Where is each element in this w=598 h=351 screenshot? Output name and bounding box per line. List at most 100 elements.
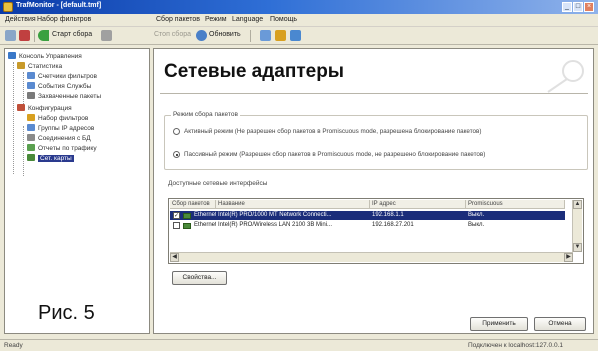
column-header-name[interactable]: Название xyxy=(216,200,370,209)
tree-item-label: Статистика xyxy=(28,63,63,70)
tree-item-label: Конфигурация xyxy=(28,105,72,112)
capture-checkbox[interactable]: ✓ xyxy=(173,212,180,219)
network-card-icon xyxy=(183,212,191,219)
column-header-promiscuous[interactable]: Promiscuous xyxy=(466,200,565,209)
network-card-icon xyxy=(27,154,35,161)
title-bar[interactable]: TrafMonitor - [default.tmf] _ □ × xyxy=(0,0,598,14)
title-divider xyxy=(160,93,588,94)
tree-item-label: События Службы xyxy=(38,83,92,90)
events-icon xyxy=(27,82,35,89)
tree-item-configuration[interactable]: Конфигурация xyxy=(17,104,72,113)
stop-capture-button[interactable]: Стоп сбора xyxy=(154,31,191,38)
passive-mode-label[interactable]: Пассивный режим (Разрешен сбор пакетов в… xyxy=(184,151,485,158)
interface-promiscuous: Выкл. xyxy=(468,212,485,218)
status-text: Ready xyxy=(4,342,23,349)
interfaces-table: Сбор пакетов Название IP адрес Promiscuo… xyxy=(168,198,584,264)
status-bar: Ready Подключен к localhost:127.0.0.1 xyxy=(0,339,598,351)
capture-checkbox[interactable] xyxy=(173,222,180,229)
refresh-button[interactable]: Обновить xyxy=(209,31,241,38)
play-icon[interactable] xyxy=(38,30,49,41)
capture-mode-legend: Режим сбора пакетов xyxy=(171,111,240,118)
table-row[interactable]: Ethernet Intel(R) PRO/Wireless LAN 2100 … xyxy=(170,221,565,230)
capture-mode-group: Режим сбора пакетов Активный режим (Не р… xyxy=(164,111,588,170)
column-header-ip[interactable]: IP адрес xyxy=(370,200,466,209)
tree-item-label: Консоль Управления xyxy=(19,53,82,60)
menu-filter-set[interactable]: Набор фильтров xyxy=(37,16,91,23)
tree-item-filter-counters[interactable]: Счетчики фильтров xyxy=(27,72,97,81)
tree-item-console[interactable]: Консоль Управления xyxy=(8,52,82,61)
scroll-right-icon[interactable]: ▶ xyxy=(564,253,573,262)
figure-caption: Рис. 5 xyxy=(38,302,95,324)
passive-mode-radio[interactable] xyxy=(173,151,180,158)
refresh-icon[interactable] xyxy=(196,30,207,41)
window-title: TrafMonitor - [default.tmf] xyxy=(16,2,102,9)
page-title: Сетевые адаптеры xyxy=(164,61,345,82)
ip-group-icon xyxy=(27,124,35,131)
tree-item-captured-packets[interactable]: Захваченные пакеты xyxy=(27,92,101,101)
interface-promiscuous: Выкл. xyxy=(468,222,485,228)
open-icon[interactable] xyxy=(5,30,16,41)
app-window: TrafMonitor - [default.tmf] _ □ × Действ… xyxy=(0,0,598,351)
app-icon xyxy=(3,2,13,12)
toolbar-separator xyxy=(34,30,35,42)
horizontal-scrollbar[interactable]: ◀ ▶ xyxy=(170,252,573,262)
find-icon[interactable] xyxy=(260,30,271,41)
active-mode-label[interactable]: Активный режим (Не разрешен сбор пакетов… xyxy=(184,128,482,135)
column-header-capture[interactable]: Сбор пакетов xyxy=(170,200,216,209)
tree-item-service-events[interactable]: События Службы xyxy=(27,82,91,91)
toolbar-separator xyxy=(250,30,251,42)
interface-ip: 192.168.27.201 xyxy=(372,222,414,228)
tree-item-label: Счетчики фильтров xyxy=(38,73,97,80)
chart-icon xyxy=(17,62,25,69)
vertical-scrollbar[interactable]: ▲ ▼ xyxy=(572,200,582,252)
start-capture-button[interactable]: Старт сбора xyxy=(52,31,92,38)
tree-item-traffic-reports[interactable]: Отчеты по трафику xyxy=(27,144,97,153)
navigation-tree: Консоль Управления Статистика Счетчики ф… xyxy=(4,48,150,334)
table-row[interactable]: ✓ Ethernet Intel(R) PRO/1000 MT Network … xyxy=(170,211,565,220)
tree-guide xyxy=(13,62,14,174)
scroll-left-icon[interactable]: ◀ xyxy=(170,253,179,262)
counter-icon xyxy=(27,72,35,79)
tree-item-db-connections[interactable]: Соединения с БД xyxy=(27,134,91,143)
tree-item-statistics[interactable]: Статистика xyxy=(17,62,62,71)
config-icon xyxy=(17,104,25,111)
tree-item-label: Отчеты по трафику xyxy=(38,145,97,152)
tree-item-label: Сет. карты xyxy=(38,155,74,162)
network-watermark-icon xyxy=(547,60,584,93)
console-icon xyxy=(8,52,16,59)
save-icon[interactable] xyxy=(19,30,30,41)
toolbar: Старт сбора Стоп сбора Обновить xyxy=(0,27,598,45)
tree-item-label: Группы IP адресов xyxy=(38,125,95,132)
minimize-button[interactable]: _ xyxy=(562,2,572,12)
menu-language[interactable]: Language xyxy=(232,16,263,23)
stop-icon[interactable] xyxy=(101,30,112,41)
menu-capture[interactable]: Сбор пакетов xyxy=(156,16,200,23)
filter-icon[interactable] xyxy=(275,30,286,41)
tree-item-label: Соединения с БД xyxy=(38,135,91,142)
menu-bar: Действия Набор фильтров Сбор пакетов Реж… xyxy=(0,14,598,27)
connection-status: Подключен к localhost:127.0.0.1 xyxy=(468,342,563,349)
interface-ip: 192.168.1.1 xyxy=(372,212,404,218)
interface-name: Intel(R) PRO/1000 MT Network Connecti... xyxy=(218,212,332,218)
close-button[interactable]: × xyxy=(584,2,594,12)
tree-guide xyxy=(23,72,24,104)
menu-mode[interactable]: Режим xyxy=(205,16,227,23)
tree-item-ip-groups[interactable]: Группы IP адресов xyxy=(27,124,94,133)
tree-item-label: Захваченные пакеты xyxy=(38,93,102,100)
menu-actions[interactable]: Действия xyxy=(5,16,36,23)
cancel-button[interactable]: Отмена xyxy=(534,317,586,331)
interface-name: Intel(R) PRO/Wireless LAN 2100 3B Mini..… xyxy=(218,222,333,228)
maximize-button[interactable]: □ xyxy=(573,2,583,12)
settings-icon[interactable] xyxy=(290,30,301,41)
scroll-up-icon[interactable]: ▲ xyxy=(573,200,582,209)
properties-button[interactable]: Свойства... xyxy=(172,271,227,285)
tree-item-filter-set[interactable]: Набор фильтров xyxy=(27,114,88,123)
packets-icon xyxy=(27,92,35,99)
active-mode-radio[interactable] xyxy=(173,128,180,135)
menu-help[interactable]: Помощь xyxy=(270,16,297,23)
tree-item-network-cards[interactable]: Сет. карты xyxy=(27,154,74,163)
filter-icon xyxy=(27,114,35,121)
content-panel: Сетевые адаптеры Режим сбора пакетов Акт… xyxy=(153,48,594,334)
apply-button[interactable]: Применить xyxy=(470,317,528,331)
scroll-down-icon[interactable]: ▼ xyxy=(573,243,582,252)
